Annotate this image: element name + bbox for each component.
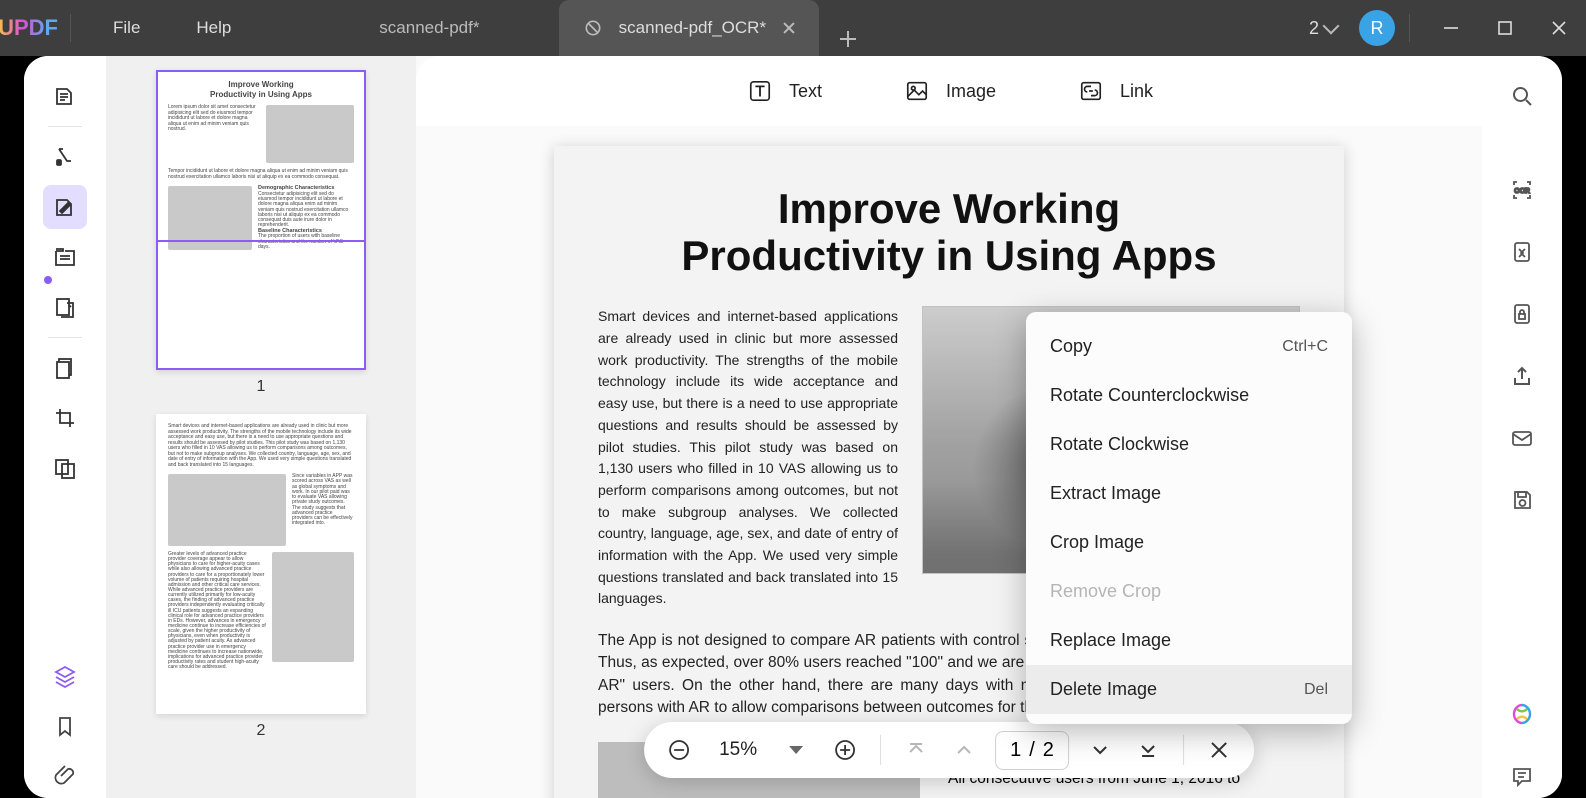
avatar[interactable]: R xyxy=(1359,10,1395,46)
right-tool-column: OCR xyxy=(1482,56,1562,798)
image-tool-label: Image xyxy=(946,81,996,102)
menu-help[interactable]: Help xyxy=(168,18,259,38)
zoom-out-button[interactable] xyxy=(662,733,696,767)
forms-tool[interactable] xyxy=(43,285,87,329)
app-logo[interactable]: UPDF xyxy=(0,0,56,56)
thumbnail-page-2[interactable]: Smart devices and internet-based applica… xyxy=(156,414,366,714)
protect-tool[interactable] xyxy=(1500,292,1544,336)
svg-text:OCR: OCR xyxy=(1514,188,1530,195)
page-separator: / xyxy=(1029,739,1035,762)
zoom-in-button[interactable] xyxy=(828,733,862,767)
thumbnail-page-1[interactable]: Improve WorkingProductivity in Using App… xyxy=(156,70,366,370)
thumbnail-item-1[interactable]: Improve WorkingProductivity in Using App… xyxy=(156,70,366,396)
crop-tool[interactable] xyxy=(43,396,87,440)
ctx-remove-crop: Remove Crop xyxy=(1026,567,1352,616)
separator xyxy=(1183,735,1184,765)
window-maximize-button[interactable] xyxy=(1478,0,1532,56)
zoom-dropdown[interactable] xyxy=(780,733,814,767)
bookmark-tool[interactable] xyxy=(43,704,87,748)
tab-unsaved-icon xyxy=(583,16,603,40)
ctx-replace-image[interactable]: Replace Image xyxy=(1026,616,1352,665)
comment-panel-tool[interactable] xyxy=(1500,754,1544,798)
next-page-button[interactable] xyxy=(1083,733,1117,767)
text-tool-label: Text xyxy=(789,81,822,102)
context-menu: Copy Ctrl+C Rotate Counterclockwise Rota… xyxy=(1026,312,1352,724)
ai-tool[interactable] xyxy=(1500,692,1544,736)
email-tool[interactable] xyxy=(1500,416,1544,460)
title-bar: UPDF File Help scanned-pdf* scanned-pdf_… xyxy=(0,0,1586,56)
link-tool-label: Link xyxy=(1120,81,1153,102)
window-minimize-button[interactable] xyxy=(1424,0,1478,56)
separator xyxy=(70,14,71,42)
page-title: Improve Working Productivity in Using Ap… xyxy=(598,186,1300,280)
chevron-down-icon[interactable] xyxy=(1323,18,1340,35)
first-page-button[interactable] xyxy=(899,733,933,767)
ctx-rotate-ccw[interactable]: Rotate Counterclockwise xyxy=(1026,371,1352,420)
ctx-copy[interactable]: Copy Ctrl+C xyxy=(1026,322,1352,371)
watermark-tool[interactable] xyxy=(43,446,87,490)
thumbnail-number: 1 xyxy=(257,378,266,396)
image-tool-button[interactable]: Image xyxy=(902,76,996,106)
ctx-delete-image[interactable]: Delete Image Del xyxy=(1026,665,1352,714)
last-page-button[interactable] xyxy=(1131,733,1165,767)
share-tool[interactable] xyxy=(1500,354,1544,398)
tab-active[interactable]: scanned-pdf_OCR* xyxy=(559,0,819,56)
zoom-value: 15% xyxy=(710,739,766,761)
close-controls-button[interactable] xyxy=(1202,733,1236,767)
thumbnail-item-2[interactable]: Smart devices and internet-based applica… xyxy=(156,414,366,740)
prev-page-button[interactable] xyxy=(947,733,981,767)
page-total: 2 xyxy=(1043,739,1054,762)
tab-strip: scanned-pdf* scanned-pdf_OCR* xyxy=(299,0,865,56)
left-text-block: Smart devices and internet-based applica… xyxy=(598,306,898,610)
search-tool[interactable] xyxy=(1500,74,1544,118)
link-tool-button[interactable]: Link xyxy=(1076,76,1153,106)
center-panel: Text Image Link Improve Working Producti… xyxy=(416,56,1482,798)
separator xyxy=(48,126,82,127)
ctx-extract-image[interactable]: Extract Image xyxy=(1026,469,1352,518)
close-icon xyxy=(1209,740,1229,760)
reader-tool[interactable] xyxy=(43,74,87,118)
page-current: 1 xyxy=(1010,739,1021,762)
comment-tool[interactable] xyxy=(43,135,87,179)
edit-tool[interactable] xyxy=(43,185,87,229)
menu-file[interactable]: File xyxy=(85,18,168,38)
attachment-tool[interactable] xyxy=(43,754,87,798)
account-number[interactable]: 2 xyxy=(1309,18,1319,39)
separator xyxy=(48,337,82,338)
convert-tool[interactable] xyxy=(1500,230,1544,274)
text-icon xyxy=(745,76,775,106)
ctx-rotate-cw[interactable]: Rotate Clockwise xyxy=(1026,420,1352,469)
image-icon xyxy=(902,76,932,106)
app-body: Improve WorkingProductivity in Using App… xyxy=(24,56,1562,798)
window-close-button[interactable] xyxy=(1532,0,1586,56)
page-controls: 15% 1 / 2 xyxy=(644,722,1254,778)
ocr-tool[interactable]: OCR xyxy=(1500,168,1544,212)
text-tool-button[interactable]: Text xyxy=(745,76,822,106)
separator xyxy=(1409,14,1410,42)
organize-tool[interactable] xyxy=(43,235,87,279)
titlebar-right: 2 R xyxy=(1309,0,1586,56)
ctx-crop-image[interactable]: Crop Image xyxy=(1026,518,1352,567)
edit-toolbar: Text Image Link xyxy=(416,56,1482,126)
thumbnail-number: 2 xyxy=(257,722,266,740)
thumbnail-panel: Improve WorkingProductivity in Using App… xyxy=(106,56,416,798)
close-icon[interactable] xyxy=(782,21,796,35)
separator xyxy=(880,735,881,765)
page-input[interactable]: 1 / 2 xyxy=(995,731,1069,770)
new-tab-button[interactable] xyxy=(831,22,865,56)
logo-text: UPDF xyxy=(0,15,58,41)
layers-tool[interactable] xyxy=(43,654,87,698)
tab-inactive[interactable]: scanned-pdf* xyxy=(299,0,559,56)
page-tool[interactable] xyxy=(43,346,87,390)
chevron-down-icon xyxy=(789,742,805,758)
link-icon xyxy=(1076,76,1106,106)
tab-label: scanned-pdf_OCR* xyxy=(619,18,766,38)
left-tool-column xyxy=(24,56,106,798)
save-tool[interactable] xyxy=(1500,478,1544,522)
tab-label: scanned-pdf* xyxy=(379,18,479,38)
